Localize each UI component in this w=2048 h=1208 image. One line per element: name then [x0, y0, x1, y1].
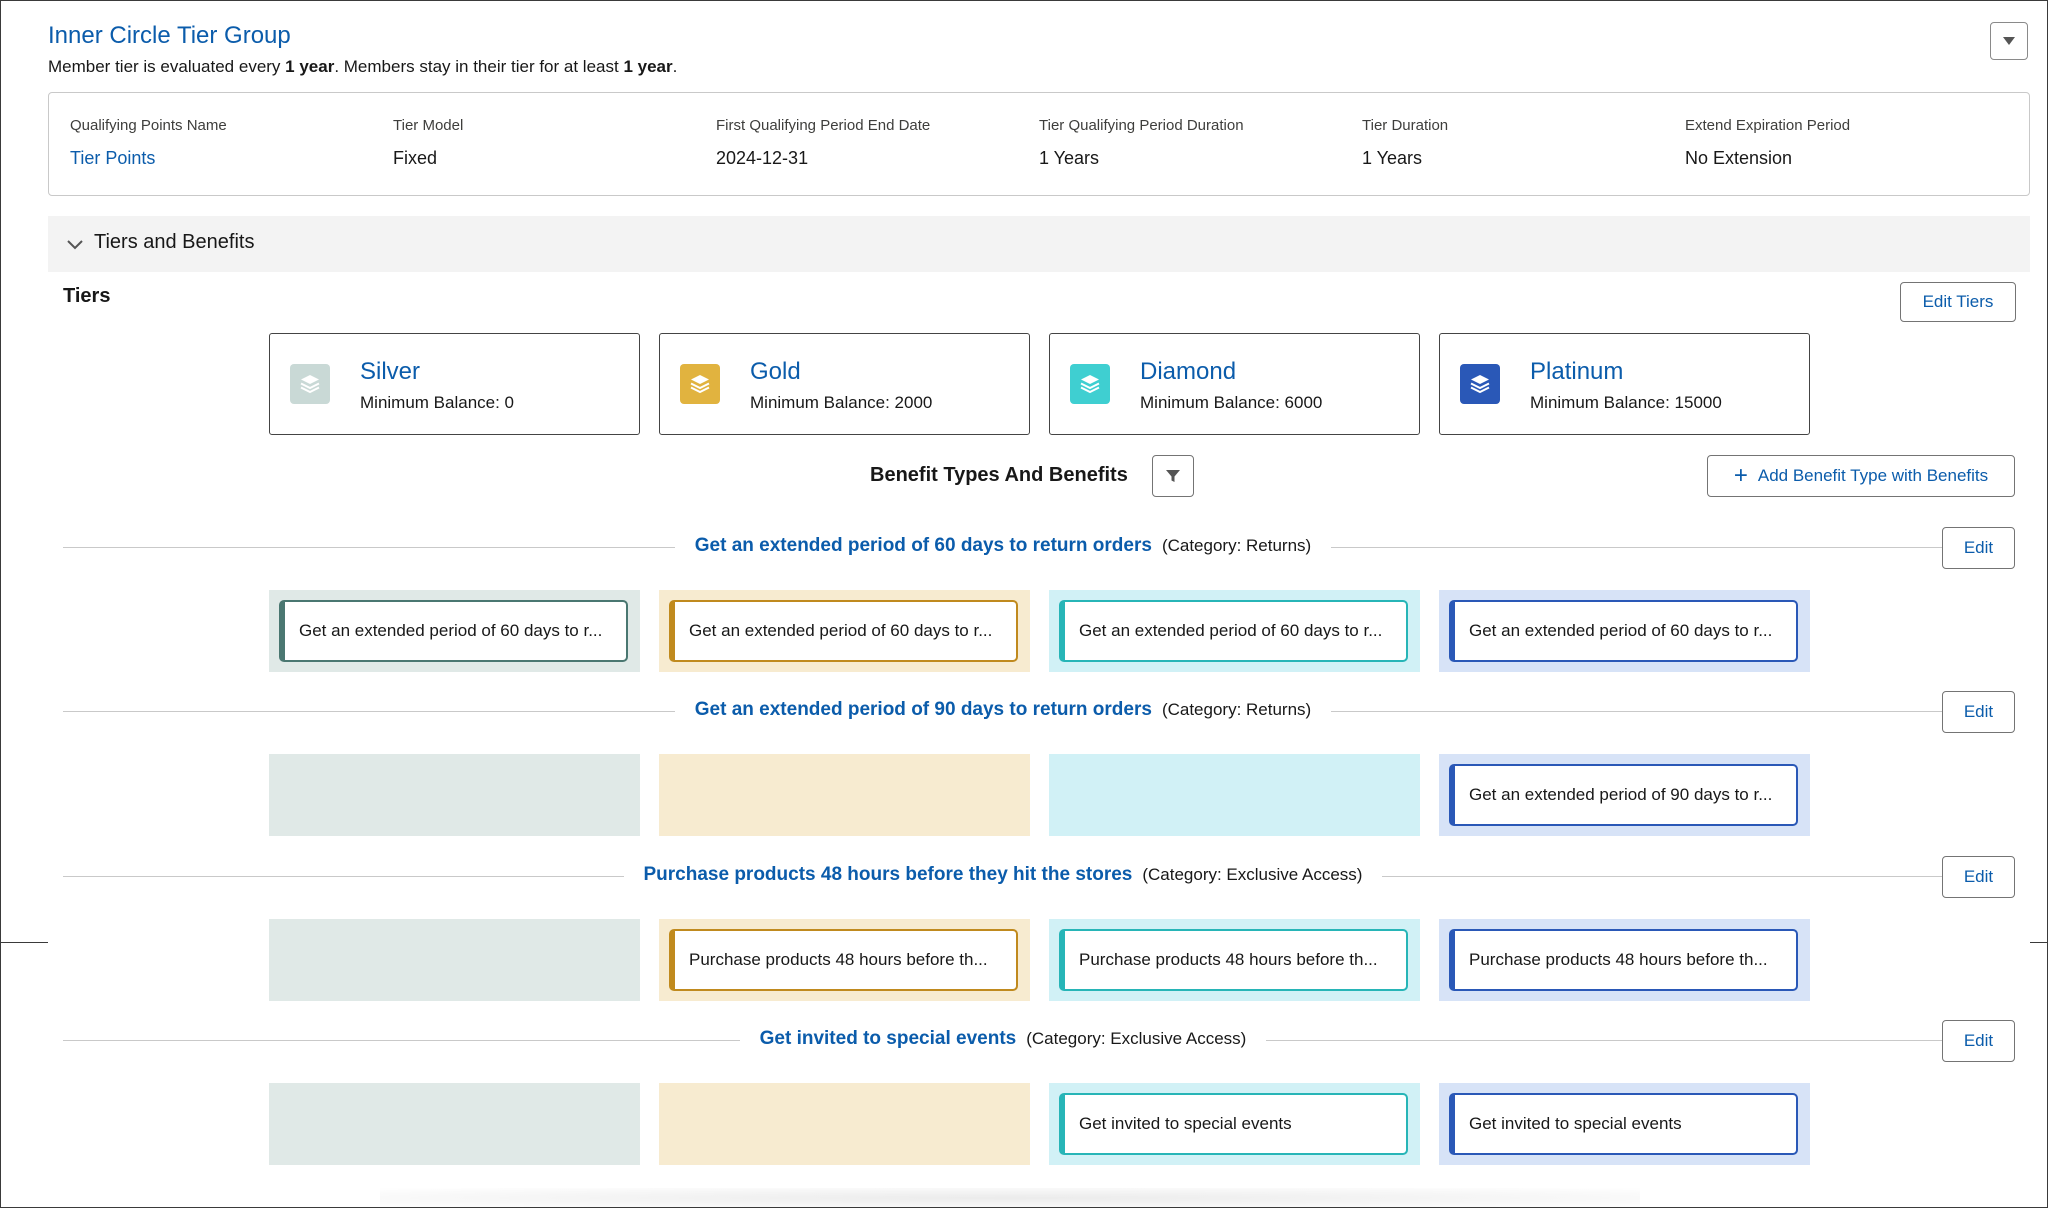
benefit-type-category: (Category: Returns) [1161, 700, 1312, 719]
benefit-type-label: Get an extended period of 90 days to ret… [63, 699, 1943, 721]
edit-benefit-type-button[interactable]: Edit [1942, 527, 2015, 569]
benefit-type-row: Get invited to special events (Category: … [63, 1020, 2015, 1062]
benefit-cell-platinum: Get invited to special events [1439, 1083, 1810, 1165]
chevron-down-icon [67, 240, 83, 250]
benefit-chip[interactable]: Purchase products 48 hours before th... [669, 929, 1018, 991]
info-value: 2024-12-31 [716, 148, 809, 168]
add-benefit-label: Add Benefit Type with Benefits [1757, 466, 1989, 485]
benefit-type-name-link[interactable]: Get invited to special events [760, 1028, 1017, 1049]
benefit-type-name-link[interactable]: Get an extended period of 90 days to ret… [695, 699, 1152, 720]
benefit-cell-silver: Get an extended period of 60 days to r..… [269, 590, 640, 672]
benefit-cell-gold-empty[interactable] [659, 1083, 1030, 1165]
qualifying-points-link[interactable]: Tier Points [70, 148, 227, 169]
tier-group-description: Member tier is evaluated every 1 year. M… [48, 57, 678, 76]
benefit-type-label: Get an extended period of 60 days to ret… [63, 535, 1943, 557]
tier-name-link[interactable]: Gold [750, 358, 801, 386]
info-label: Qualifying Points Name [70, 117, 227, 134]
benefit-cell-platinum: Get an extended period of 60 days to r..… [1439, 590, 1810, 672]
info-value: No Extension [1685, 148, 1793, 168]
benefit-chip[interactable]: Get an extended period of 60 days to r..… [669, 600, 1018, 662]
chevron-down-icon [2003, 37, 2015, 45]
tier-name-link[interactable]: Platinum [1530, 358, 1623, 386]
benefit-cell-platinum: Purchase products 48 hours before th... [1439, 919, 1810, 1001]
benefit-type-row: Get an extended period of 90 days to ret… [63, 691, 2015, 733]
benefit-cell-gold: Purchase products 48 hours before th... [659, 919, 1030, 1001]
tier-group-title[interactable]: Inner Circle Tier Group [48, 22, 291, 50]
benefit-cell-diamond: Get invited to special events [1049, 1083, 1420, 1165]
tier-card-platinum[interactable]: Platinum Minimum Balance: 15000 [1439, 333, 1810, 435]
info-label: Extend Expiration Period [1685, 117, 1851, 134]
benefit-type-row: Purchase products 48 hours before they h… [63, 856, 2015, 898]
filter-button[interactable] [1152, 455, 1194, 497]
edit-benefit-type-button[interactable]: Edit [1942, 856, 2015, 898]
benefit-type-name-link[interactable]: Get an extended period of 60 days to ret… [695, 535, 1152, 556]
benefit-type-label: Purchase products 48 hours before they h… [63, 864, 1943, 886]
benefit-chip[interactable]: Get an extended period of 60 days to r..… [1449, 600, 1798, 662]
tier-name-link[interactable]: Diamond [1140, 358, 1236, 386]
benefit-type-row: Get an extended period of 60 days to ret… [63, 527, 2015, 569]
tier-minimum-balance: Minimum Balance: 15000 [1530, 393, 1722, 412]
tier-layers-icon [290, 364, 330, 404]
info-first-period-end-date: First Qualifying Period End Date 2024-12… [716, 117, 930, 169]
benefit-cell-diamond: Purchase products 48 hours before th... [1049, 919, 1420, 1001]
benefit-chip[interactable]: Get invited to special events [1449, 1093, 1798, 1155]
benefit-cell-gold-empty[interactable] [659, 754, 1030, 836]
section-title: Tiers and Benefits [94, 231, 255, 253]
info-label: Tier Duration [1362, 117, 1449, 134]
benefit-cell-diamond: Get an extended period of 60 days to r..… [1049, 590, 1420, 672]
tier-layers-icon [1460, 364, 1500, 404]
benefit-chip[interactable]: Get an extended period of 60 days to r..… [1059, 600, 1408, 662]
benefit-chip[interactable]: Get an extended period of 60 days to r..… [279, 600, 628, 662]
tiers-heading: Tiers [63, 285, 111, 307]
scroll-shadow [380, 1188, 1640, 1208]
info-tier-model: Tier Model Fixed [393, 117, 463, 169]
info-label: First Qualifying Period End Date [716, 117, 931, 134]
right-edge-mark [2030, 942, 2048, 943]
benefit-cell-silver-empty[interactable] [269, 919, 640, 1001]
tier-minimum-balance: Minimum Balance: 2000 [750, 393, 933, 412]
info-value: 1 Years [1039, 148, 1100, 168]
benefit-cell-silver-empty[interactable] [269, 1083, 640, 1165]
edit-benefit-type-button[interactable]: Edit [1942, 1020, 2015, 1062]
info-qualifying-points-name: Qualifying Points Name Tier Points [70, 117, 227, 169]
left-edge-mark [0, 942, 48, 943]
benefit-type-category: (Category: Returns) [1161, 536, 1312, 555]
actions-dropdown-button[interactable] [1990, 22, 2028, 60]
add-benefit-type-button[interactable]: + Add Benefit Type with Benefits [1707, 455, 2015, 497]
info-label: Tier Qualifying Period Duration [1039, 117, 1244, 134]
info-tier-duration: Tier Duration 1 Years [1362, 117, 1448, 169]
benefit-cell-platinum: Get an extended period of 90 days to r..… [1439, 754, 1810, 836]
edit-benefit-type-button[interactable]: Edit [1942, 691, 2015, 733]
benefit-type-category: (Category: Exclusive Access) [1026, 1029, 1247, 1048]
filter-icon [1166, 470, 1180, 482]
benefit-cell-gold: Get an extended period of 60 days to r..… [659, 590, 1030, 672]
benefit-chip[interactable]: Purchase products 48 hours before th... [1059, 929, 1408, 991]
info-label: Tier Model [393, 117, 464, 134]
info-extend-expiration-period: Extend Expiration Period No Extension [1685, 117, 1850, 169]
plus-icon: + [1733, 462, 1748, 489]
benefit-chip[interactable]: Get invited to special events [1059, 1093, 1408, 1155]
tier-layers-icon [1070, 364, 1110, 404]
benefit-chip[interactable]: Purchase products 48 hours before th... [1449, 929, 1798, 991]
info-value: 1 Years [1362, 148, 1423, 168]
tier-name-link[interactable]: Silver [360, 358, 420, 386]
tier-group-details-card: Qualifying Points Name Tier Points Tier … [48, 92, 2030, 196]
benefit-cell-diamond-empty[interactable] [1049, 754, 1420, 836]
benefit-chip[interactable]: Get an extended period of 90 days to r..… [1449, 764, 1798, 826]
benefit-type-label: Get invited to special events (Category: … [63, 1028, 1943, 1050]
benefit-cell-silver-empty[interactable] [269, 754, 640, 836]
edit-tiers-button[interactable]: Edit Tiers [1900, 282, 2016, 322]
tier-minimum-balance: Minimum Balance: 0 [360, 393, 515, 412]
tiers-and-benefits-section-header[interactable]: Tiers and Benefits [48, 216, 2030, 272]
info-value: Fixed [393, 148, 438, 168]
benefit-types-heading: Benefit Types And Benefits [870, 464, 1128, 486]
tier-layers-icon [680, 364, 720, 404]
tier-minimum-balance: Minimum Balance: 6000 [1140, 393, 1323, 412]
tier-card-silver[interactable]: Silver Minimum Balance: 0 [269, 333, 640, 435]
benefit-type-name-link[interactable]: Purchase products 48 hours before they h… [644, 864, 1133, 885]
benefit-type-category: (Category: Exclusive Access) [1142, 865, 1363, 884]
tier-card-diamond[interactable]: Diamond Minimum Balance: 6000 [1049, 333, 1420, 435]
info-qualifying-period-duration: Tier Qualifying Period Duration 1 Years [1039, 117, 1244, 169]
tier-card-gold[interactable]: Gold Minimum Balance: 2000 [659, 333, 1030, 435]
